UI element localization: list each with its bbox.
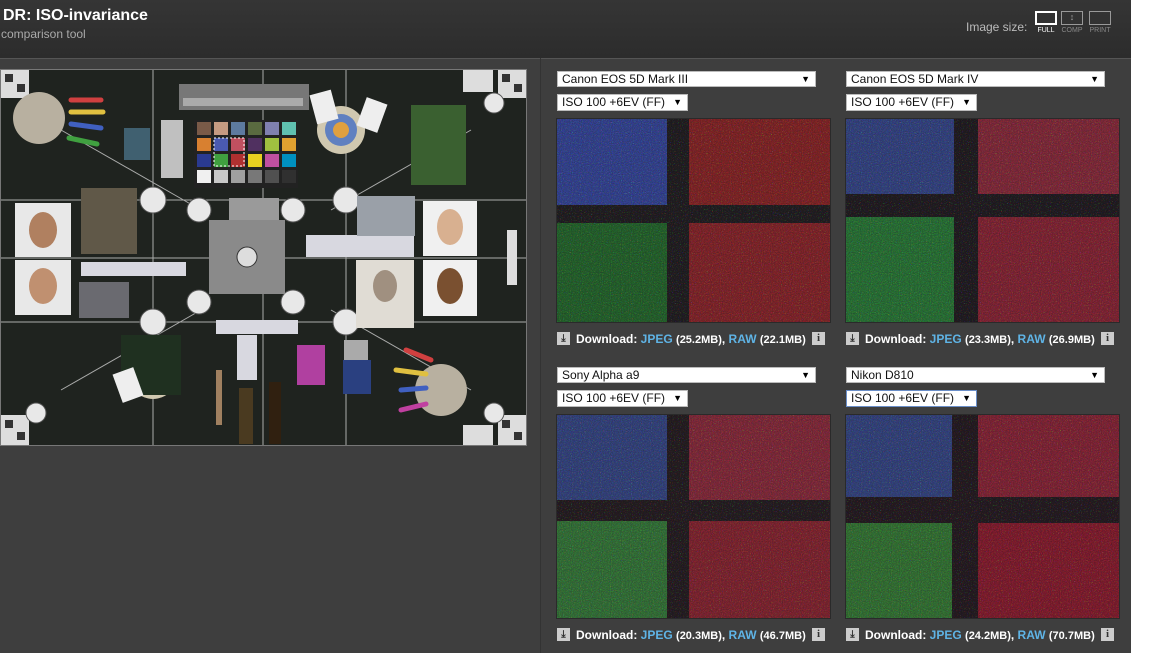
chevron-down-icon: ▼ [801, 370, 810, 380]
download-row-3: ⤓ Download: JPEG (20.3MB), RAW (46.7MB) … [557, 627, 837, 643]
chevron-down-icon: ▼ [673, 97, 682, 107]
chevron-down-icon: ▼ [1090, 74, 1099, 84]
chevron-down-icon: ▼ [962, 393, 971, 403]
page-margin [1131, 0, 1172, 653]
raw-size-4: (70.7MB) [1048, 630, 1095, 642]
download-label: Download: [865, 628, 927, 642]
image-size-label: Image size: [966, 20, 1028, 34]
camera-select-3-value: Sony Alpha a9 [562, 368, 640, 382]
download-icon[interactable]: ⤓ [846, 332, 859, 345]
chevron-down-icon: ▼ [801, 74, 810, 84]
download-text-3: Download: JPEG (20.3MB), RAW (46.7MB) [576, 628, 806, 642]
crop-image-2-svg [846, 119, 1119, 322]
size-option-print-label: PRINT [1089, 27, 1111, 34]
crop-image-1-svg [557, 119, 830, 322]
info-icon[interactable]: i [1101, 332, 1114, 345]
size-option-full-label: FULL [1037, 27, 1055, 34]
raw-size-3: (46.7MB) [759, 630, 806, 642]
header-bar: DR: ISO-invariance comparison tool Image… [0, 0, 1131, 59]
download-icon[interactable]: ⤓ [846, 628, 859, 641]
setting-select-3-value: ISO 100 +6EV (FF) [562, 391, 666, 405]
crop-image-2[interactable] [845, 118, 1120, 323]
setting-select-1-value: ISO 100 +6EV (FF) [562, 95, 666, 109]
info-icon[interactable]: i [1101, 628, 1114, 641]
camera-select-1-value: Canon EOS 5D Mark III [562, 72, 689, 86]
download-row-4: ⤓ Download: JPEG (24.2MB), RAW (70.7MB) … [846, 627, 1126, 643]
comparison-panel-1: Canon EOS 5D Mark III ▼ ISO 100 +6EV (FF… [556, 71, 847, 361]
setting-select-3[interactable]: ISO 100 +6EV (FF) ▼ [557, 390, 688, 407]
camera-select-3[interactable]: Sony Alpha a9 ▼ [557, 367, 816, 383]
chevron-down-icon: ▼ [1090, 370, 1099, 380]
jpeg-size-1: (25.2MB) [676, 334, 722, 346]
download-row-2: ⤓ Download: JPEG (23.3MB), RAW (26.9MB) … [846, 331, 1126, 347]
info-icon[interactable]: i [812, 332, 825, 345]
size-option-comp-label: COMP [1061, 27, 1083, 34]
info-icon[interactable]: i [812, 628, 825, 641]
jpeg-size-4: (24.2MB) [965, 630, 1011, 642]
jpeg-size-3: (20.3MB) [676, 630, 722, 642]
setting-select-4-value: ISO 100 +6EV (FF) [851, 391, 955, 405]
jpeg-size-2: (23.3MB) [965, 334, 1011, 346]
camera-select-1[interactable]: Canon EOS 5D Mark III ▼ [557, 71, 816, 87]
comparison-panel-4: Nikon D810 ▼ ISO 100 +6EV (FF) ▼ ⤓ Downl… [845, 367, 1136, 657]
raw-size-2: (26.9MB) [1048, 334, 1095, 346]
camera-select-4-value: Nikon D810 [851, 368, 914, 382]
page-subtitle: comparison tool [1, 27, 86, 41]
full-size-icon [1035, 11, 1057, 25]
download-row-1: ⤓ Download: JPEG (25.2MB), RAW (22.1MB) … [557, 331, 837, 347]
crop-image-1[interactable] [556, 118, 831, 323]
jpeg-link-2[interactable]: JPEG [930, 332, 962, 346]
raw-link-4[interactable]: RAW [1018, 628, 1046, 642]
comparison-panel-2: Canon EOS 5D Mark IV ▼ ISO 100 +6EV (FF)… [845, 71, 1136, 361]
page-title: DR: ISO-invariance [3, 7, 148, 24]
setting-select-2[interactable]: ISO 100 +6EV (FF) ▼ [846, 94, 977, 111]
print-size-icon [1089, 11, 1111, 25]
test-scene-overview[interactable] [0, 69, 527, 446]
app-window: DR: ISO-invariance comparison tool Image… [0, 0, 1131, 653]
setting-select-4[interactable]: ISO 100 +6EV (FF) ▼ [846, 390, 977, 407]
download-text-2: Download: JPEG (23.3MB), RAW (26.9MB) [865, 332, 1095, 346]
size-option-comp[interactable]: ↕ COMP [1058, 11, 1086, 34]
raw-link-3[interactable]: RAW [729, 628, 757, 642]
crop-image-4[interactable] [845, 414, 1120, 619]
crop-image-3[interactable] [556, 414, 831, 619]
crop-image-3-svg [557, 415, 830, 618]
download-label: Download: [865, 332, 927, 346]
test-scene-image [1, 70, 526, 445]
raw-link-2[interactable]: RAW [1018, 332, 1046, 346]
jpeg-link-3[interactable]: JPEG [641, 628, 673, 642]
raw-size-1: (22.1MB) [759, 334, 806, 346]
crop-image-4-svg [846, 415, 1119, 618]
comparison-panel-3: Sony Alpha a9 ▼ ISO 100 +6EV (FF) ▼ ⤓ Do… [556, 367, 847, 657]
size-option-full[interactable]: FULL [1032, 11, 1060, 34]
setting-select-2-value: ISO 100 +6EV (FF) [851, 95, 955, 109]
camera-select-2-value: Canon EOS 5D Mark IV [851, 72, 979, 86]
download-text-4: Download: JPEG (24.2MB), RAW (70.7MB) [865, 628, 1095, 642]
panel-divider [540, 58, 541, 653]
camera-select-4[interactable]: Nikon D810 ▼ [846, 367, 1105, 383]
size-option-print[interactable]: PRINT [1086, 11, 1114, 34]
camera-select-2[interactable]: Canon EOS 5D Mark IV ▼ [846, 71, 1105, 87]
download-label: Download: [576, 332, 638, 346]
download-text-1: Download: JPEG (25.2MB), RAW (22.1MB) [576, 332, 806, 346]
chevron-down-icon: ▼ [673, 393, 682, 403]
chevron-down-icon: ▼ [962, 97, 971, 107]
download-icon[interactable]: ⤓ [557, 332, 570, 345]
jpeg-link-1[interactable]: JPEG [641, 332, 673, 346]
setting-select-1[interactable]: ISO 100 +6EV (FF) ▼ [557, 94, 688, 111]
jpeg-link-4[interactable]: JPEG [930, 628, 962, 642]
comp-size-icon: ↕ [1061, 11, 1083, 25]
download-icon[interactable]: ⤓ [557, 628, 570, 641]
download-label: Download: [576, 628, 638, 642]
raw-link-1[interactable]: RAW [729, 332, 757, 346]
